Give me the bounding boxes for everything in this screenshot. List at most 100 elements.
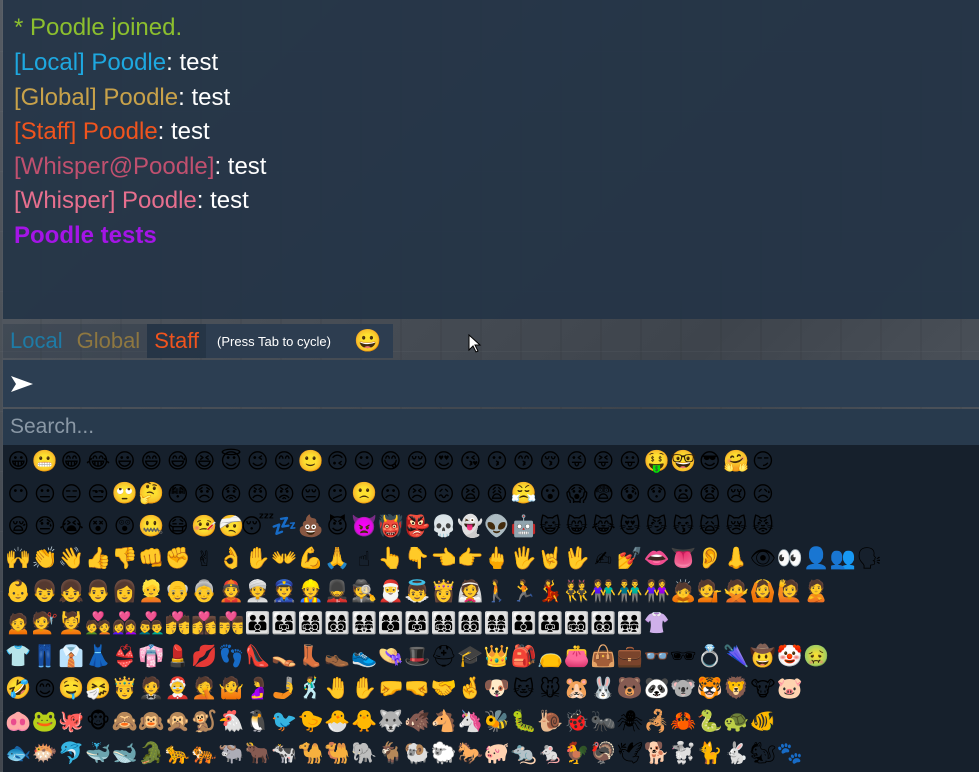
emoji-cell[interactable]: 👦 xyxy=(32,575,59,607)
emoji-cell[interactable]: 😧 xyxy=(696,478,723,510)
emoji-cell[interactable]: 😍 xyxy=(431,445,458,477)
emoji-cell[interactable]: 🕵 xyxy=(351,575,378,607)
emoji-cell[interactable]: 👏 xyxy=(32,543,59,575)
emoji-cell[interactable]: 🤗 xyxy=(723,445,750,477)
emoji-cell[interactable]: 🐅 xyxy=(191,738,218,770)
emoji-cell[interactable]: 🐗 xyxy=(404,705,431,737)
emoji-cell[interactable]: 🕷 xyxy=(617,705,644,737)
emoji-cell[interactable]: 🐑 xyxy=(431,738,458,770)
emoji-cell[interactable]: 🕊 xyxy=(617,738,644,770)
emoji-cell[interactable]: 🤢 xyxy=(803,640,830,672)
emoji-cell[interactable]: 🗣 xyxy=(856,543,883,575)
emoji-cell[interactable]: 🤘 xyxy=(537,543,564,575)
emoji-cell[interactable]: 😀 xyxy=(5,445,32,477)
emoji-cell[interactable]: 👮 xyxy=(271,575,298,607)
emoji-cell[interactable]: 👀 xyxy=(776,543,803,575)
emoji-cell[interactable]: 😵 xyxy=(85,510,112,542)
emoji-cell[interactable]: 👨‍❤️‍💋‍👨 xyxy=(218,608,245,640)
emoji-cell[interactable]: 👼 xyxy=(404,575,431,607)
emoji-cell[interactable]: 🚶 xyxy=(484,575,511,607)
emoji-cell[interactable]: 😘 xyxy=(457,445,484,477)
emoji-cell[interactable]: 👱 xyxy=(138,575,165,607)
emoji-cell[interactable]: 😏 xyxy=(750,445,777,477)
tab-global[interactable]: Global xyxy=(69,324,148,358)
emoji-cell[interactable]: 🐵 xyxy=(85,705,112,737)
emoji-cell[interactable]: 🐴 xyxy=(431,705,458,737)
emoji-cell[interactable]: 👎 xyxy=(111,543,138,575)
emoji-cell[interactable]: 😼 xyxy=(643,510,670,542)
emoji-cell[interactable]: 🐆 xyxy=(165,738,192,770)
emoji-cell[interactable]: 🐄 xyxy=(271,738,298,770)
emoji-cell[interactable]: 🤣 xyxy=(5,673,32,705)
emoji-cell[interactable]: ✌ xyxy=(191,543,218,575)
emoji-cell[interactable]: 🐈 xyxy=(696,738,723,770)
emoji-cell[interactable]: 😡 xyxy=(271,478,298,510)
emoji-cell[interactable]: 😰 xyxy=(617,478,644,510)
emoji-cell[interactable]: 👨‍👨‍👧 xyxy=(537,608,564,640)
emoji-cell[interactable]: 👴 xyxy=(165,575,192,607)
emoji-cell[interactable]: 🤛 xyxy=(377,673,404,705)
emoji-cell[interactable]: 🦀 xyxy=(670,705,697,737)
emoji-cell[interactable]: 👰 xyxy=(457,575,484,607)
emoji-cell[interactable]: 🤡 xyxy=(776,640,803,672)
emoji-cell[interactable]: 🐬 xyxy=(58,738,85,770)
emoji-cell[interactable]: 👫 xyxy=(590,575,617,607)
emoji-cell[interactable]: 😊 xyxy=(32,673,59,705)
emoji-cell[interactable]: 😞 xyxy=(191,478,218,510)
emoji-cell[interactable]: 😢 xyxy=(723,478,750,510)
emoji-cell[interactable]: 🐮 xyxy=(750,673,777,705)
emoji-cell[interactable]: 👸 xyxy=(431,575,458,607)
emoji-cell[interactable]: 👷 xyxy=(298,575,325,607)
emoji-cell[interactable]: 🙃 xyxy=(324,445,351,477)
emoji-cell[interactable]: 🐦 xyxy=(271,705,298,737)
emoji-cell[interactable]: 🐫 xyxy=(324,738,351,770)
emoji-cell[interactable]: 😅 xyxy=(165,445,192,477)
emoji-cell[interactable]: ✋ xyxy=(244,543,271,575)
emoji-cell[interactable]: 😕 xyxy=(324,478,351,510)
emoji-cell[interactable]: 🤝 xyxy=(431,673,458,705)
emoji-cell[interactable]: 👶 xyxy=(5,575,32,607)
emoji-cell[interactable]: ✍ xyxy=(590,543,617,575)
emoji-cell[interactable]: 🙂 xyxy=(298,445,325,477)
emoji-cell[interactable]: 👊 xyxy=(138,543,165,575)
emoji-cell[interactable]: ☺ xyxy=(351,445,378,477)
emoji-cell[interactable]: 👔 xyxy=(58,640,85,672)
emoji-cell[interactable]: 🐽 xyxy=(5,705,32,737)
emoji-cell[interactable]: 😜 xyxy=(563,445,590,477)
emoji-cell[interactable]: 😬 xyxy=(32,445,59,477)
emoji-cell[interactable]: 🐧 xyxy=(244,705,271,737)
emoji-cell[interactable]: 🐭 xyxy=(537,673,564,705)
emoji-cell[interactable]: 👳 xyxy=(244,575,271,607)
emoji-cell[interactable]: 🙋 xyxy=(776,575,803,607)
emoji-cell[interactable]: 👢 xyxy=(298,640,325,672)
emoji-cell[interactable]: 😊 xyxy=(271,445,298,477)
emoji-cell[interactable]: 😺 xyxy=(537,510,564,542)
emoji-cell[interactable]: 👒 xyxy=(377,640,404,672)
emoji-cell[interactable]: 🙈 xyxy=(111,705,138,737)
emoji-cell[interactable]: 🤐 xyxy=(138,510,165,542)
emoji-cell[interactable]: 😣 xyxy=(404,478,431,510)
emoji-cell[interactable]: 👽 xyxy=(484,510,511,542)
emoji-cell[interactable]: 😠 xyxy=(244,478,271,510)
emoji-cell[interactable]: 👧 xyxy=(58,575,85,607)
emoji-cell[interactable]: 🌂 xyxy=(723,640,750,672)
emoji-cell[interactable]: 🐔 xyxy=(218,705,245,737)
emoji-cell[interactable]: 👤 xyxy=(803,543,830,575)
emoji-search-input[interactable] xyxy=(3,409,972,445)
emoji-cell[interactable]: 🤓 xyxy=(670,445,697,477)
emoji-cell[interactable]: 😋 xyxy=(377,445,404,477)
emoji-cell[interactable]: 🐀 xyxy=(510,738,537,770)
emoji-cell[interactable]: 🕺 xyxy=(298,673,325,705)
emoji-cell[interactable]: 😯 xyxy=(643,478,670,510)
emoji-cell[interactable]: 🤔 xyxy=(138,478,165,510)
emoji-cell[interactable]: 👕 xyxy=(5,640,32,672)
emoji-cell[interactable]: 👅 xyxy=(670,543,697,575)
emoji-cell[interactable]: 🦄 xyxy=(457,705,484,737)
emoji-cell[interactable]: 🐞 xyxy=(563,705,590,737)
emoji-cell[interactable]: 😽 xyxy=(670,510,697,542)
emoji-cell[interactable]: 👭 xyxy=(643,575,670,607)
emoji-cell[interactable]: 😴 xyxy=(241,510,275,542)
emoji-cell[interactable]: 👘 xyxy=(138,640,165,672)
emoji-cell[interactable]: 😗 xyxy=(484,445,511,477)
emoji-cell[interactable]: 👈 xyxy=(431,543,458,575)
